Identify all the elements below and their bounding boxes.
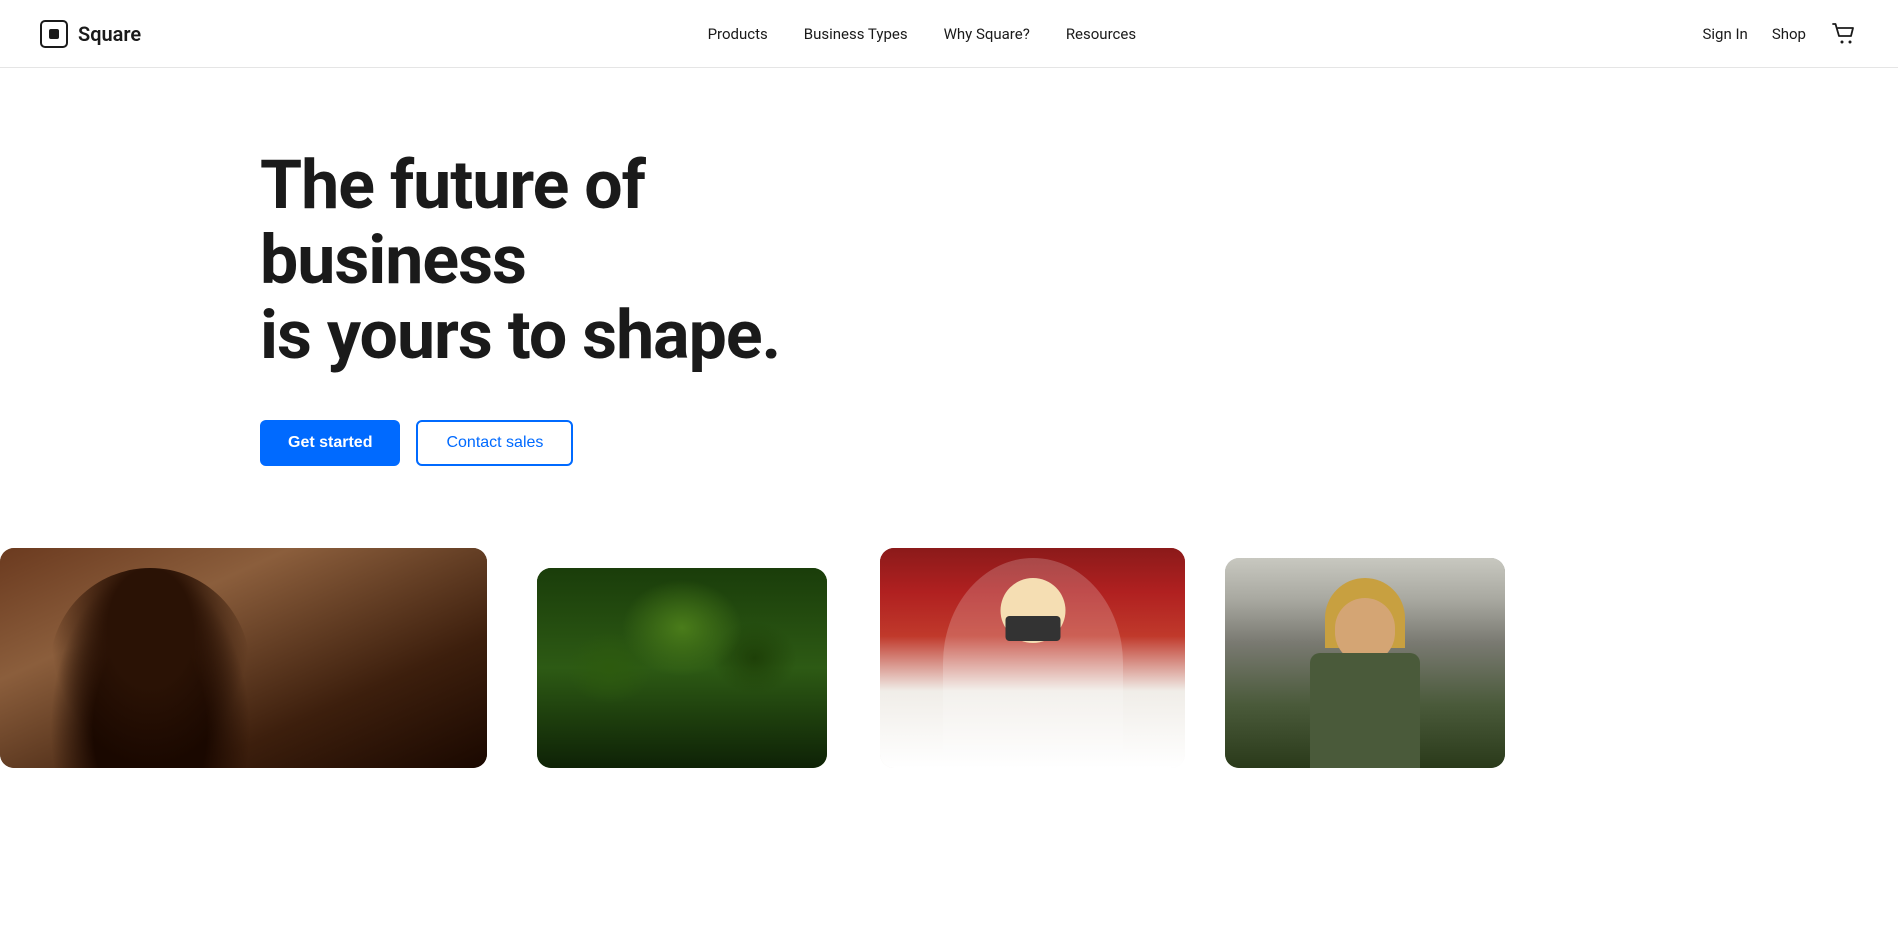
hero-image-4 [1225,558,1505,768]
contact-sales-button[interactable]: Contact sales [416,420,573,466]
brand-name: Square [78,22,141,46]
navbar: Square Products Business Types Why Squar… [0,0,1898,68]
hero-section: The future of business is yours to shape… [0,68,1898,548]
square-logo-icon [40,20,68,48]
nav-link-business-types[interactable]: Business Types [804,25,908,43]
hero-headline: The future of business is yours to shape… [260,148,900,372]
hero-image-2 [537,568,827,768]
nav-link-resources[interactable]: Resources [1066,25,1136,43]
hero-image-1 [0,548,487,768]
hero-image-3 [880,548,1185,768]
cart-icon [1830,20,1858,48]
hero-buttons: Get started Contact sales [260,420,1638,466]
hero-images-section [0,548,1898,768]
square-logo-inner [49,29,59,39]
cart-icon-button[interactable] [1830,20,1858,48]
nav-link-why-square[interactable]: Why Square? [944,25,1030,43]
hero-headline-line1: The future of business [260,145,645,300]
get-started-button[interactable]: Get started [260,420,400,466]
navbar-left: Square [40,20,141,48]
nav-link-products[interactable]: Products [708,25,768,43]
sign-in-link[interactable]: Sign In [1702,25,1747,43]
navbar-right: Sign In Shop [1702,20,1858,48]
hero-headline-line2: is yours to shape. [260,295,780,375]
shop-link[interactable]: Shop [1772,25,1806,43]
navbar-center: Products Business Types Why Square? Reso… [708,25,1137,43]
square-logo[interactable]: Square [40,20,141,48]
